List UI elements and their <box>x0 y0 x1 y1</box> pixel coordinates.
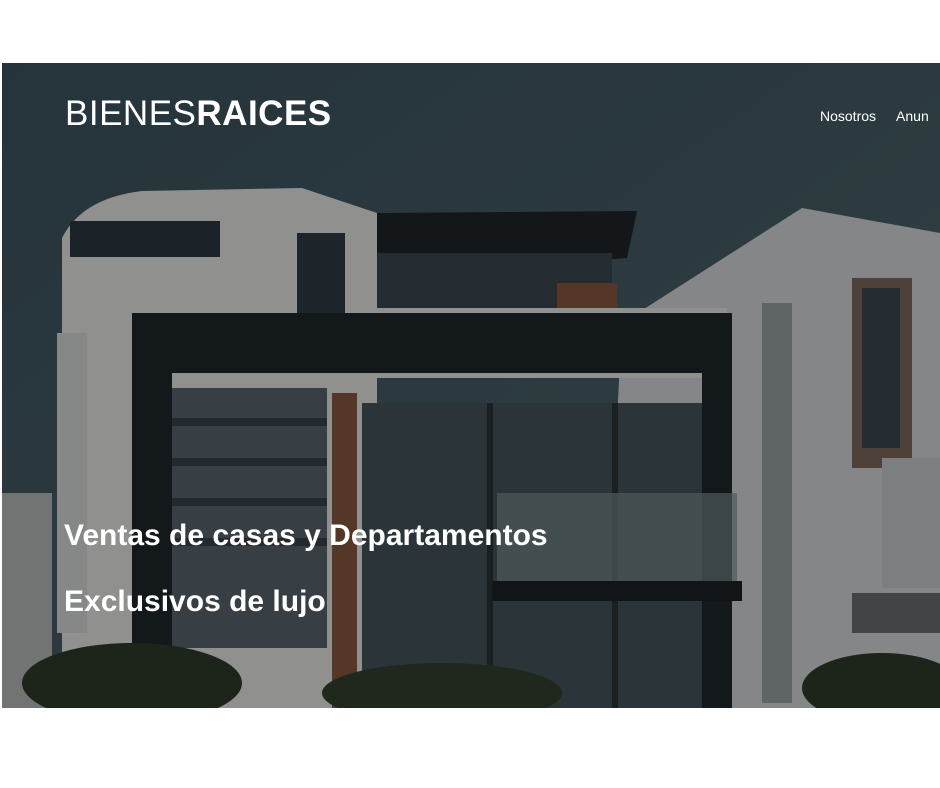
nav-link-nosotros[interactable]: Nosotros <box>820 108 876 124</box>
nav-link-anuncios[interactable]: Anun <box>896 108 929 124</box>
site-logo[interactable]: BIENESRAICES <box>65 94 332 134</box>
logo-text-bold: RAICES <box>196 94 332 133</box>
logo-text-light: BIENES <box>65 94 197 133</box>
hero-section: BIENESRAICES Nosotros Anun Ventas de casa… <box>2 63 940 708</box>
hero-headline: Ventas de casas y Departamentos Exclusiv… <box>64 519 548 618</box>
main-navigation: Nosotros Anun <box>820 108 940 124</box>
